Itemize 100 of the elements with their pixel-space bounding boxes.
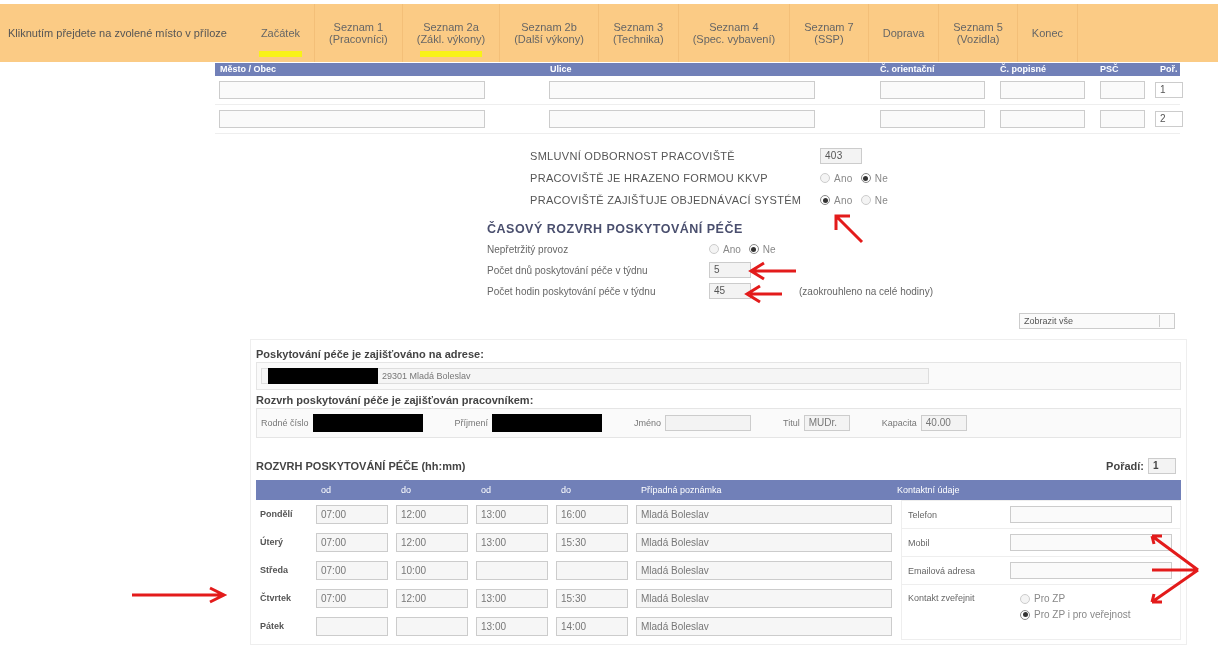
day-label: Úterý [259, 537, 284, 547]
field-label: Nepřetržitý provoz [487, 243, 570, 255]
input-field[interactable]: MUDr. [803, 415, 850, 431]
filter-dropdown[interactable]: Zobrazit vše [1019, 313, 1175, 329]
time-field[interactable]: 13:00 [476, 504, 548, 524]
radio-label: Pro ZP [1034, 593, 1066, 604]
nav-link[interactable]: Seznam 4 (Spec. vybavení) [678, 4, 791, 62]
nav-link[interactable]: Seznam 5 (Vozidla) [939, 4, 1018, 62]
radio-label: Ano [834, 172, 853, 184]
input-field[interactable] [1000, 81, 1085, 99]
radio-button[interactable] [1020, 593, 1030, 604]
radio-label: Ano [834, 194, 853, 206]
order-field[interactable]: 2 [1155, 111, 1183, 127]
time-field[interactable]: 13:00 [476, 532, 548, 552]
column-header: Č. orientační [879, 63, 936, 76]
input-field[interactable] [549, 81, 815, 99]
nav-link[interactable]: Seznam 7 (SSP) [790, 4, 869, 62]
input-field[interactable] [1010, 562, 1172, 579]
radio-label: Ne [874, 194, 889, 206]
time-field[interactable]: 07:00 [316, 560, 388, 580]
nav-link[interactable]: Začátek [246, 4, 316, 62]
radio-button[interactable] [860, 195, 871, 205]
time-field[interactable]: 15:30 [556, 588, 628, 608]
time-field[interactable]: 12:00 [396, 504, 468, 524]
field-label: PRACOVIŠTĚ JE HRAZENO FORMOU KKVP [530, 172, 769, 184]
day-label: Čtvrtek [259, 593, 292, 603]
input-field[interactable] [880, 110, 985, 128]
field-label: Počet hodin poskytování péče v týdnu [487, 285, 657, 297]
time-field[interactable]: 07:00 [316, 504, 388, 524]
input-field[interactable]: 45 [709, 283, 751, 299]
time-field[interactable]: 12:00 [396, 588, 468, 608]
field-label: Pořadí: [1106, 460, 1144, 472]
column-header: Město / Obec [219, 63, 277, 76]
field-label: PRACOVIŠTĚ ZAJIŠŤUJE OBJEDNÁVACÍ SYSTÉM [530, 194, 803, 206]
column-header: PSČ [1099, 63, 1120, 76]
column-header: od [320, 485, 332, 495]
annotation-arrow [748, 261, 798, 281]
section-heading: Poskytování péče je zajišťováno na adrese: [256, 348, 485, 360]
time-field[interactable]: 12:00 [396, 532, 468, 552]
nav-link[interactable]: Konec [1017, 4, 1078, 62]
note-field[interactable]: Mladá Boleslav [636, 616, 892, 636]
annotation-arrow [744, 284, 784, 304]
day-label: Pondělí [259, 509, 294, 519]
time-field[interactable]: 07:00 [316, 588, 388, 608]
column-header: Kontaktní údaje [896, 485, 961, 495]
radio-button[interactable] [860, 173, 871, 183]
nav-link[interactable]: Seznam 2a (Zákl. výkony) [402, 4, 501, 62]
radio-label: Ne [762, 243, 776, 255]
input-field[interactable] [880, 81, 985, 99]
field-label: Titul [783, 418, 800, 428]
input-field[interactable] [1010, 534, 1172, 551]
nav-link[interactable]: Doprava [868, 4, 940, 62]
column-header: do [560, 485, 572, 495]
radio-button[interactable] [820, 195, 830, 205]
nav-link[interactable]: Seznam 1 (Pracovníci) [315, 4, 403, 62]
field-label: SMLUVNÍ ODBORNOST PRACOVIŠTĚ [530, 150, 736, 162]
column-header: Případná poznámka [640, 485, 723, 495]
note-field[interactable]: Mladá Boleslav [636, 532, 892, 552]
time-field[interactable] [476, 560, 548, 580]
time-field[interactable]: 14:00 [556, 616, 628, 636]
note-field[interactable]: Mladá Boleslav [636, 560, 892, 580]
time-field[interactable] [556, 560, 628, 580]
time-field[interactable] [316, 616, 388, 636]
time-field[interactable]: 16:00 [556, 504, 628, 524]
field-label: Počet dnů poskytování péče v týdnu [487, 264, 649, 276]
input-field[interactable] [219, 81, 485, 99]
column-header: Č. popisné [999, 63, 1047, 76]
input-field[interactable] [665, 415, 752, 431]
order-field[interactable]: 1 [1155, 82, 1183, 98]
time-field[interactable]: 07:00 [316, 532, 388, 552]
note-field[interactable]: Mladá Boleslav [636, 504, 892, 524]
annotation-arrow [832, 212, 866, 246]
note-field[interactable]: Mladá Boleslav [636, 588, 892, 608]
radio-button[interactable] [820, 173, 830, 183]
input-field[interactable] [549, 110, 815, 128]
input-field[interactable] [1100, 81, 1145, 99]
input-field[interactable]: 40.00 [920, 415, 967, 431]
column-header: do [400, 485, 412, 495]
nav-link[interactable]: Seznam 3 (Technika) [598, 4, 679, 62]
input-field[interactable] [219, 110, 485, 128]
field-label: Jméno [634, 418, 662, 428]
input-field[interactable] [1000, 110, 1085, 128]
input-field[interactable]: 1 [1148, 458, 1176, 474]
radio-button[interactable] [1020, 609, 1030, 620]
time-field[interactable] [396, 616, 468, 636]
address-field[interactable]: 29301 Mladá Boleslav [261, 368, 929, 384]
input-field[interactable] [1010, 506, 1172, 523]
time-field[interactable]: 10:00 [396, 560, 468, 580]
time-field[interactable]: 13:00 [476, 588, 548, 608]
time-field[interactable]: 13:00 [476, 616, 548, 636]
radio-button[interactable] [709, 244, 719, 254]
radio-button[interactable] [748, 244, 759, 254]
radio-label: Ano [723, 243, 741, 255]
nav-link[interactable]: Seznam 2b (Další výkony) [500, 4, 599, 62]
input-field[interactable]: 403 [820, 148, 862, 164]
time-field[interactable]: 15:30 [556, 532, 628, 552]
input-field[interactable] [1100, 110, 1145, 128]
day-label: Pátek [259, 621, 286, 631]
input-field[interactable]: 5 [709, 262, 751, 278]
field-note: (zaokrouhleno na celé hodiny) [799, 285, 933, 297]
